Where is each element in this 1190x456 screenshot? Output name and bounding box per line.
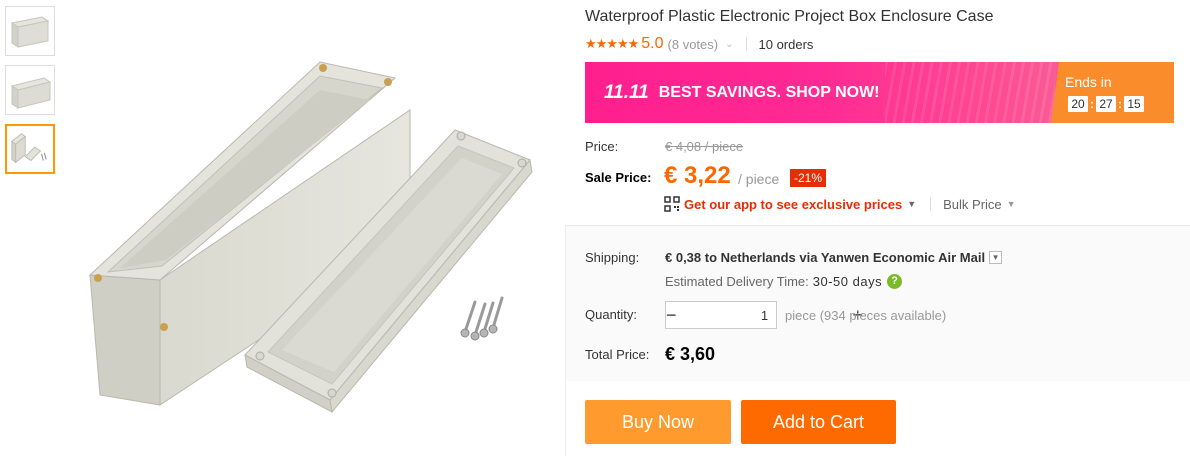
delivery-days: 30-50 days — [812, 274, 883, 289]
thumbnail-3-selected[interactable] — [5, 124, 55, 174]
main-product-image — [70, 50, 550, 420]
divider — [745, 37, 747, 51]
delivery-label: Estimated Delivery Time: — [665, 274, 809, 289]
countdown-panel — [1051, 62, 1174, 123]
thumbnail-1[interactable] — [5, 6, 55, 56]
ends-in-label: Ends in — [1065, 74, 1112, 90]
discount-badge: -21% — [790, 169, 827, 187]
chevron-down-icon[interactable]: ▼ — [989, 251, 1003, 264]
thumbnail-2[interactable] — [5, 65, 55, 115]
quantity-availability: piece (934 pieces available) — [785, 308, 947, 323]
sale-logo: 11.11 — [604, 82, 649, 103]
app-exclusive-link[interactable]: Get our app to see exclusive prices — [684, 197, 902, 212]
thumbnail-list — [5, 6, 55, 183]
orders-count: 10 orders — [758, 36, 814, 52]
countdown-separator: : — [1118, 97, 1122, 111]
enclosure-open-thumb-image — [11, 133, 47, 164]
countdown-minutes: 27 — [1096, 96, 1116, 112]
enclosure-angle-thumb-image — [10, 77, 52, 109]
add-to-cart-button[interactable]: Add to Cart — [741, 400, 896, 444]
price-label: Price: — [585, 139, 619, 154]
enclosure-closed-thumb-image — [10, 16, 50, 48]
qr-code-icon — [664, 196, 680, 212]
price-unit: / piece — [738, 171, 780, 187]
app-promo-row: Get our app to see exclusive prices ▼ Bu… — [664, 196, 1016, 212]
section-divider — [565, 225, 1190, 226]
votes-link[interactable]: (8 votes) — [668, 37, 719, 52]
shipping-method[interactable]: € 0,38 to Netherlands via Yanwen Economi… — [665, 250, 1003, 265]
countdown-seconds: 15 — [1124, 96, 1144, 112]
sale-price-label: Sale Price: — [585, 170, 652, 185]
rating-value: 5.0 — [641, 35, 664, 52]
caret-down-icon[interactable]: ▼ — [907, 199, 916, 209]
banner-decoration — [885, 62, 1055, 123]
product-title: Waterproof Plastic Electronic Project Bo… — [585, 8, 994, 25]
shipping-label: Shipping: — [585, 250, 640, 265]
caret-down-icon[interactable]: ▼ — [1007, 199, 1016, 209]
countdown-separator: : — [1090, 97, 1094, 111]
quantity-label: Quantity: — [585, 307, 638, 322]
banner-text: BEST SAVINGS. SHOP NOW! — [658, 84, 880, 101]
shipping-value: € 0,38 to Netherlands via Yanwen Economi… — [665, 250, 986, 265]
original-price: € 4,08 / piece — [665, 139, 744, 154]
countdown-hours: 20 — [1068, 96, 1088, 112]
quantity-stepper: − + — [665, 301, 863, 329]
countdown-timer: 20 : 27 : 15 — [1068, 96, 1144, 112]
buy-now-button[interactable]: Buy Now — [585, 400, 731, 444]
bulk-price-link[interactable]: Bulk Price — [943, 197, 1002, 212]
product-page: Waterproof Plastic Electronic Project Bo… — [0, 0, 1190, 456]
delivery-estimate: Estimated Delivery Time: 30-50 days ? — [665, 274, 903, 289]
divider — [930, 197, 932, 211]
total-price: € 3,60 — [665, 344, 716, 364]
promo-banner[interactable]: 11.11 BEST SAVINGS. SHOP NOW! Ends in 20… — [585, 62, 1174, 123]
quantity-decrease-button[interactable]: − — [666, 302, 677, 328]
column-divider — [565, 225, 566, 456]
star-rating-icon: ★★★★★ — [585, 36, 639, 51]
help-icon[interactable]: ? — [887, 274, 903, 289]
chevron-down-icon[interactable]: ⌄ — [725, 39, 733, 50]
sale-price: € 3,22 — [664, 162, 731, 189]
rating-row: ★★★★★ 5.0 (8 votes) ⌄ 10 orders — [585, 34, 813, 54]
banner-promo: 11.11 BEST SAVINGS. SHOP NOW! — [604, 82, 880, 104]
total-price-label: Total Price: — [585, 347, 650, 362]
